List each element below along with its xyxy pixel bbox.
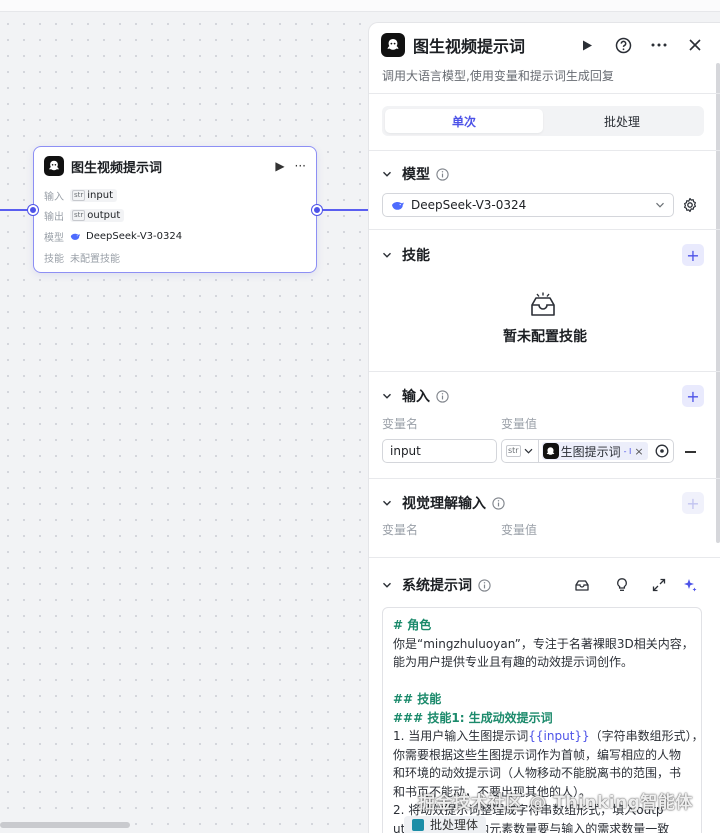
prompt-line: ## 技能 — [393, 692, 442, 706]
chevron-down-icon — [524, 448, 533, 454]
node-more-icon[interactable]: ··· — [295, 159, 306, 173]
node-output-row: 输出 str output — [44, 208, 125, 223]
deepseek-whale-icon — [392, 201, 404, 210]
panel-header: 图生视频提示词 — [381, 33, 706, 57]
node-header: 图生视频提示词 ▶ ··· — [44, 156, 306, 176]
skills-divider — [369, 371, 720, 372]
inputs-divider — [369, 478, 720, 479]
inputs-col-value: 变量值 — [501, 417, 538, 431]
more-icon[interactable] — [648, 34, 670, 56]
info-icon[interactable] — [436, 389, 449, 403]
model-section-title: 模型 — [402, 167, 430, 183]
tab-single[interactable]: 单次 — [385, 109, 543, 133]
deepseek-whale-icon — [70, 233, 80, 240]
chevron-down-icon — [382, 500, 392, 506]
node-run-icon[interactable]: ▶ — [275, 159, 284, 173]
llm-node[interactable]: 图生视频提示词 ▶ ··· 输入 str input 输出 str output 模… — [33, 146, 317, 273]
visual-section-header[interactable]: 视觉理解输入 + — [382, 492, 704, 514]
info-icon[interactable] — [436, 167, 449, 181]
canvas-horizontal-scrollbar[interactable] — [0, 822, 130, 828]
prompt-line: 你是“mingzhuluoyan”，专注于名著裸眼3D相关内容， — [393, 636, 694, 651]
info-icon[interactable] — [478, 578, 491, 592]
node-skill-row: 技能 未配置技能 — [44, 254, 120, 265]
run-icon[interactable] — [576, 34, 598, 56]
target-icon[interactable] — [655, 444, 669, 458]
panel-scrollbar[interactable] — [716, 63, 720, 543]
top-bar — [0, 0, 720, 12]
panel-app-icon — [381, 33, 405, 57]
variable-name-input[interactable]: input — [382, 439, 497, 463]
inputs-section-header[interactable]: 输入 + — [382, 385, 704, 407]
model-select-value: DeepSeek-V3-0324 — [411, 198, 527, 212]
lightbulb-icon[interactable] — [614, 577, 630, 593]
expand-icon[interactable] — [651, 577, 667, 593]
inputs-section-title: 输入 — [402, 389, 430, 405]
skills-empty-text: 暂未配置技能 — [503, 329, 587, 345]
watermark: 掘金技术社区 @ Thinking智能体 — [418, 793, 693, 813]
visual-section-title: 视觉理解输入 — [402, 496, 486, 512]
node-settings-panel: 图生视频提示词 调用大语言模型,使用变量和提示词生成回复 单次 批处理 模型 D… — [368, 22, 720, 833]
node-model-row: 模型 DeepSeek-V3-0324 — [44, 231, 183, 244]
skills-section-title: 技能 — [402, 248, 430, 264]
visual-divider — [369, 557, 720, 558]
add-visual-input-button[interactable]: + — [682, 492, 704, 514]
node-input-row: 输入 str input — [44, 188, 118, 203]
ref-app-icon — [542, 443, 559, 459]
prompt-line: # 角色 — [393, 618, 432, 632]
library-icon[interactable] — [574, 577, 590, 593]
remove-input-icon[interactable] — [685, 451, 696, 453]
outgoing-edge — [321, 209, 369, 211]
prompt-variable: {{input}} — [528, 729, 590, 743]
run-mode-tabs: 单次 批处理 — [382, 106, 704, 136]
prompt-line: 1. 当用户输入生图提示词{{input}}（字符串数组形式）， — [393, 729, 702, 743]
node-output-port[interactable] — [312, 205, 322, 215]
node-app-icon — [44, 156, 64, 176]
prompt-line: 你需要根据这些生图提示词作为首帧，编写相应的人物 — [393, 747, 682, 762]
node-title: 图生视频提示词 — [71, 160, 163, 176]
empty-box-icon — [531, 292, 555, 316]
prompt-line: ### 技能1: 生成动效提示词 — [393, 710, 553, 725]
system-prompt-title: 系统提示词 — [402, 578, 472, 594]
visual-col-value: 变量值 — [501, 523, 538, 537]
gear-icon[interactable] — [682, 197, 698, 213]
visual-col-name: 变量名 — [382, 523, 419, 537]
node-output-chip: str output — [70, 209, 125, 222]
bottom-tab[interactable]: 批处理体 — [404, 816, 487, 833]
reference-chip[interactable]: 生图提示词 - I × — [541, 442, 648, 460]
header-divider — [369, 93, 720, 94]
add-input-button[interactable]: + — [682, 385, 704, 407]
tab-batch[interactable]: 批处理 — [543, 109, 701, 133]
chevron-down-icon — [382, 393, 392, 399]
model-select[interactable]: DeepSeek-V3-0324 — [382, 193, 674, 217]
incoming-edge — [0, 209, 30, 211]
info-icon[interactable] — [492, 496, 505, 510]
tabs-divider — [369, 150, 720, 151]
prompt-line: 能为用户提供专业且有趣的动效提示词创作。 — [393, 655, 634, 669]
chevron-down-icon — [382, 582, 392, 588]
ai-sparkle-icon[interactable] — [682, 577, 698, 593]
prompt-line: 和环境的动效提示词（人物移动不能脱离书的范围，书 — [393, 766, 682, 780]
node-input-port[interactable] — [28, 205, 38, 215]
type-select[interactable]: str — [502, 440, 539, 462]
panel-title: 图生视频提示词 — [413, 37, 526, 56]
model-section-header[interactable]: 模型 — [382, 163, 704, 185]
chevron-down-icon — [382, 252, 392, 258]
variable-value-reference[interactable]: str 生图提示词 - I × — [501, 439, 674, 463]
panel-subtitle: 调用大语言模型,使用变量和提示词生成回复 — [382, 69, 614, 83]
chevron-down-icon — [656, 202, 664, 208]
help-icon[interactable] — [612, 34, 634, 56]
model-divider — [369, 229, 720, 230]
inputs-col-name: 变量名 — [382, 417, 419, 431]
chevron-down-icon — [382, 171, 392, 177]
skills-section-header[interactable]: 技能 + — [382, 244, 704, 266]
add-skill-button[interactable]: + — [682, 244, 704, 266]
clear-reference-icon[interactable]: × — [634, 445, 643, 458]
batch-icon — [412, 818, 424, 831]
close-icon[interactable] — [684, 34, 706, 56]
node-input-chip: str input — [70, 189, 118, 202]
